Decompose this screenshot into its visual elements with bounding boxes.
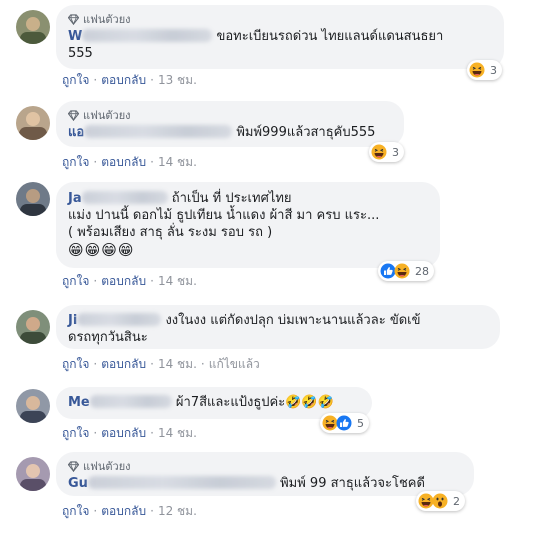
avatar[interactable] <box>16 310 50 344</box>
comment-text: Gu พิมพ์ 99 สาธุแล้วจะโชคดี <box>68 475 462 492</box>
reaction-count: 28 <box>415 264 429 278</box>
redacted-name <box>89 395 172 408</box>
author-name[interactable]: Ji <box>68 313 162 328</box>
like-link[interactable]: ถูกใจ <box>62 153 89 172</box>
redacted-name <box>82 29 213 42</box>
redacted-name <box>77 313 162 326</box>
top-fan-badge: แฟนตัวยง <box>68 459 462 473</box>
timestamp[interactable]: 13 ชม. <box>158 71 197 90</box>
author-name[interactable]: แอ <box>68 125 233 140</box>
comment-line: พิมพ์ 99 สาธุแล้วจะโชคดี <box>280 476 425 491</box>
haha-icon <box>371 144 387 160</box>
comment-text: Me ผ้า7สีและแป้งธูปค่ะ🤣🤣🤣 <box>68 394 360 411</box>
timestamp[interactable]: 14 ชม. <box>158 272 197 291</box>
reply-link[interactable]: ตอบกลับ <box>101 424 146 443</box>
comment-line: ( พร้อมเสียง สาธุ ลั่น ระงม รอบ รถ ) <box>68 225 273 240</box>
comment-actions: ถูกใจ · ตอบกลับ · 13 ชม. <box>62 72 197 88</box>
comment-line: ผ้า7สีและแป้งธูปค่ะ🤣🤣🤣 <box>175 395 334 410</box>
comment-line: 555 <box>68 46 93 61</box>
like-icon <box>336 415 352 431</box>
avatar[interactable] <box>16 106 50 140</box>
comment-actions: ถูกใจ · ตอบกลับ · 14 ชม. <box>62 273 197 289</box>
comment-text: Ji งงในงง แต่กัดงปลุก บ่มเพาะนานแล้วละ ข… <box>68 312 488 346</box>
comment-thread: แฟนตัวยง W ขอทะเบียนรถด่วน ไทยแลนด์แดนสน… <box>0 0 540 534</box>
comment-actions: ถูกใจ · ตอบกลับ · 14 ชม. · แก้ไขแล้ว <box>62 356 260 372</box>
reply-link[interactable]: ตอบกลับ <box>101 355 146 374</box>
comment-actions: ถูกใจ · ตอบกลับ · 14 ชม. <box>62 154 197 170</box>
reaction-summary[interactable]: 5 <box>320 413 369 433</box>
avatar[interactable] <box>16 182 50 216</box>
comment-bubble: Ji งงในงง แต่กัดงปลุก บ่มเพาะนานแล้วละ ข… <box>56 305 500 349</box>
timestamp[interactable]: 12 ชม. <box>158 502 197 521</box>
author-name[interactable]: Me <box>68 395 172 410</box>
comment-actions: ถูกใจ · ตอบกลับ · 12 ชม. <box>62 503 197 519</box>
top-fan-badge: แฟนตัวยง <box>68 108 392 122</box>
reaction-summary[interactable]: 3 <box>467 60 502 80</box>
redacted-name <box>87 476 276 489</box>
timestamp[interactable]: 14 ชม. <box>158 355 197 374</box>
wow-icon <box>432 493 448 509</box>
redacted-name <box>84 125 233 138</box>
reply-link[interactable]: ตอบกลับ <box>101 71 146 90</box>
like-link[interactable]: ถูกใจ <box>62 424 89 443</box>
emoji-line: 😁😁😁😁 <box>68 241 135 259</box>
haha-icon <box>394 263 410 279</box>
comment-line: พิมพ์999แล้วสาธุคับ555 <box>236 125 376 140</box>
comment-bubble: แฟนตัวยง แอ พิมพ์999แล้วสาธุคับ555 <box>56 101 404 147</box>
timestamp[interactable]: 14 ชม. <box>158 424 197 443</box>
diamond-icon <box>68 460 79 472</box>
haha-icon <box>469 62 485 78</box>
reaction-summary[interactable]: 3 <box>369 142 404 162</box>
reply-link[interactable]: ตอบกลับ <box>101 153 146 172</box>
diamond-icon <box>68 13 79 25</box>
top-fan-badge: แฟนตัวยง <box>68 12 492 26</box>
comment-text: Ja ถ้าเป็น ที่ ประเทศไทย แม่ง ปานนี้ ดอก… <box>68 190 428 241</box>
diamond-icon <box>68 109 79 121</box>
avatar[interactable] <box>16 389 50 423</box>
comment-line: แม่ง ปานนี้ ดอกไม้ ธูปเทียน น้ำแดง ผ้าสี… <box>68 208 380 223</box>
comment-text: W ขอทะเบียนรถด่วน ไทยแลนด์แดนสนธยา 555 <box>68 28 492 62</box>
badge-label: แฟนตัวยง <box>83 460 131 473</box>
timestamp[interactable]: 14 ชม. <box>158 153 197 172</box>
reaction-count: 5 <box>357 416 364 430</box>
avatar[interactable] <box>16 457 50 491</box>
comment-line: ขอทะเบียนรถด่วน ไทยแลนด์แดนสนธยา <box>216 29 444 44</box>
comment-actions: ถูกใจ · ตอบกลับ · 14 ชม. <box>62 425 197 441</box>
comment-bubble: Ja ถ้าเป็น ที่ ประเทศไทย แม่ง ปานนี้ ดอก… <box>56 182 440 268</box>
reaction-count: 3 <box>490 63 497 77</box>
author-name[interactable]: Ja <box>68 191 168 206</box>
like-link[interactable]: ถูกใจ <box>62 355 89 374</box>
like-link[interactable]: ถูกใจ <box>62 71 89 90</box>
comment-bubble: แฟนตัวยง W ขอทะเบียนรถด่วน ไทยแลนด์แดนสน… <box>56 5 504 69</box>
reaction-count: 3 <box>392 145 399 159</box>
comment-line: ถ้าเป็น ที่ ประเทศไทย <box>171 191 292 206</box>
reaction-count: 2 <box>453 494 460 508</box>
author-name[interactable]: W <box>68 29 213 44</box>
redacted-name <box>81 191 168 204</box>
edited-label[interactable]: แก้ไขแล้ว <box>209 355 260 374</box>
like-link[interactable]: ถูกใจ <box>62 272 89 291</box>
reply-link[interactable]: ตอบกลับ <box>101 502 146 521</box>
reaction-summary[interactable]: 2 <box>416 491 465 511</box>
comment-line: งงในงง แต่กัดงปลุก บ่มเพาะนานแล้วละ ขัดเ… <box>165 313 421 328</box>
comment-line: ดรถทุกวันสินะ <box>68 330 148 345</box>
like-link[interactable]: ถูกใจ <box>62 502 89 521</box>
avatar[interactable] <box>16 10 50 44</box>
reply-link[interactable]: ตอบกลับ <box>101 272 146 291</box>
author-name[interactable]: Gu <box>68 476 276 491</box>
badge-label: แฟนตัวยง <box>83 109 131 122</box>
comment-text: แอ พิมพ์999แล้วสาธุคับ555 <box>68 124 392 141</box>
badge-label: แฟนตัวยง <box>83 13 131 26</box>
reaction-summary[interactable]: 28 <box>378 261 434 281</box>
comment-bubble: แฟนตัวยง Gu พิมพ์ 99 สาธุแล้วจะโชคดี <box>56 452 474 496</box>
